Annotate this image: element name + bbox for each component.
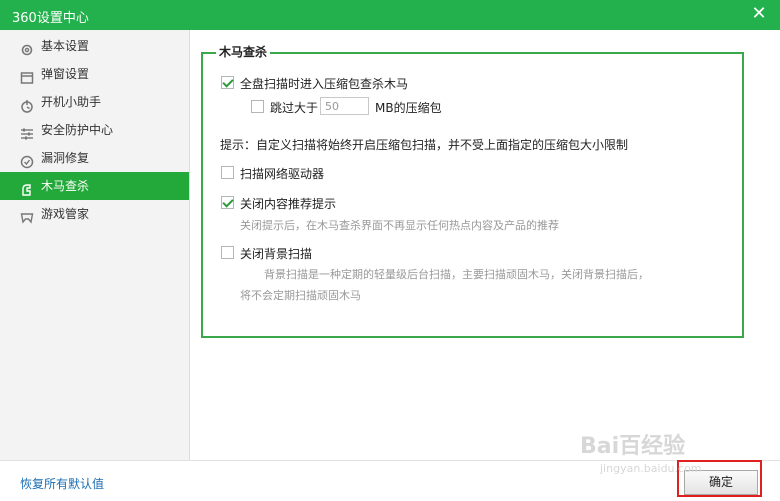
sidebar-item-game-manager[interactable]: 游戏管家 (0, 200, 189, 228)
gamepad-icon (20, 207, 34, 224)
title-bar: 360设置中心 ✕ (0, 0, 780, 30)
skip-large-suffix: MB的压缩包 (375, 101, 442, 115)
close-background-scan-label: 关闭背景扫描 (240, 247, 313, 261)
sidebar-item-popup-settings[interactable]: 弹窗设置 (0, 60, 189, 88)
skip-large-archives-checkbox[interactable] (251, 100, 264, 113)
window-icon (20, 67, 34, 84)
close-recommend-label: 关闭内容推荐提示 (240, 197, 337, 211)
sidebar-item-label: 漏洞修复 (41, 151, 90, 165)
group-title: 木马查杀 (216, 43, 271, 60)
power-clock-icon (20, 95, 34, 113)
close-icon[interactable]: ✕ (750, 3, 768, 25)
gear-icon (20, 39, 34, 56)
archive-size-input[interactable] (320, 97, 369, 115)
sidebar-item-basic-settings[interactable]: 基本设置 (0, 32, 189, 60)
sidebar-item-label: 基本设置 (41, 39, 90, 53)
close-recommend-description: 关闭提示后，在木马查杀界面不再显示任何热点内容及产品的推荐 (240, 219, 559, 232)
patch-icon (20, 151, 34, 169)
sidebar-item-label: 弹窗设置 (41, 67, 90, 81)
sidebar-item-label: 游戏管家 (41, 207, 90, 221)
scan-network-drives-checkbox[interactable] (221, 166, 234, 179)
background-scan-description-1: 背景扫描是一种定期的轻量级后台扫描，主要扫描顽固木马，关闭背景扫描后， (264, 268, 649, 281)
custom-scan-tip: 提示：自定义扫描将始终开启压缩包扫描，并不受上面指定的压缩包大小限制 (220, 138, 629, 152)
sidebar-item-label: 木马查杀 (41, 179, 90, 193)
watermark-logo: Bai百经验 (580, 434, 686, 459)
sidebar-item-trojan-scan[interactable]: 木马查杀 (0, 172, 189, 200)
scan-archives-label: 全盘扫描时进入压缩包查杀木马 (240, 77, 409, 91)
sidebar-item-security-center[interactable]: 安全防护中心 (0, 116, 189, 144)
sidebar-item-boot-assistant[interactable]: 开机小助手 (0, 88, 189, 116)
sliders-icon (20, 123, 34, 140)
skip-large-prefix: 跳过大于 (270, 101, 319, 115)
sidebar: 基本设置 弹窗设置 开机小助手 安全防护中心 漏洞修复 木马查杀 游戏管家 (0, 30, 190, 460)
sidebar-item-label: 开机小助手 (41, 95, 102, 109)
close-recommend-checkbox[interactable] (221, 196, 234, 209)
watermark-url: jingyan.baidu.com (600, 462, 702, 475)
trojan-icon (20, 179, 34, 196)
close-background-scan-checkbox[interactable] (221, 246, 234, 259)
scan-network-drives-label: 扫描网络驱动器 (240, 167, 325, 181)
window-title: 360设置中心 (12, 11, 89, 26)
scan-archives-checkbox[interactable] (221, 76, 234, 89)
restore-defaults-link[interactable]: 恢复所有默认值 (20, 475, 104, 492)
sidebar-item-vuln-repair[interactable]: 漏洞修复 (0, 144, 189, 172)
sidebar-item-label: 安全防护中心 (41, 123, 114, 137)
background-scan-description-2: 将不会定期扫描顽固木马 (240, 289, 361, 302)
